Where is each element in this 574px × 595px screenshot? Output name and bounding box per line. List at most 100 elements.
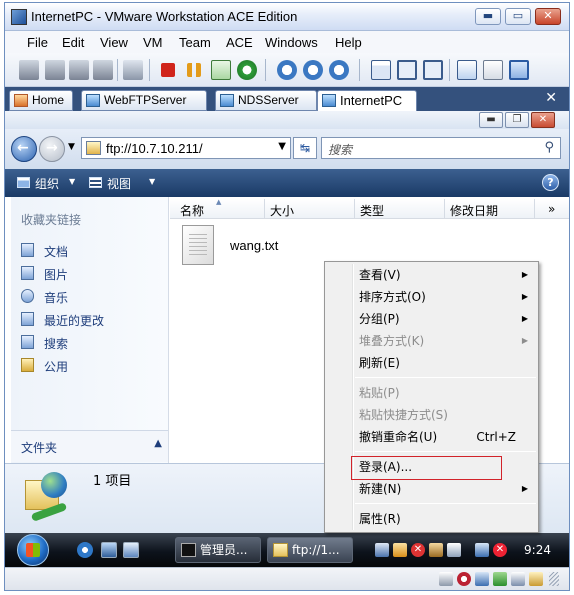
sidebar-toggle-icon[interactable]: [371, 60, 391, 80]
send-ctrl-alt-del-icon[interactable]: [123, 60, 143, 80]
column-separator[interactable]: [534, 199, 535, 218]
favorite-pictures[interactable]: 图片: [21, 264, 161, 282]
menu-ace[interactable]: ACE: [226, 35, 253, 50]
close-tab-icon[interactable]: ✕: [545, 90, 557, 106]
internet-explorer-icon[interactable]: [77, 542, 93, 558]
switch-windows-icon[interactable]: [123, 542, 139, 558]
menu-item-refresh[interactable]: 刷新(E): [327, 352, 536, 374]
error-tray-icon[interactable]: ✕: [411, 543, 425, 557]
favorite-music[interactable]: 音乐: [21, 287, 161, 305]
cd-rom-status-icon[interactable]: [457, 572, 471, 586]
hard-disk-status-icon[interactable]: [439, 572, 453, 586]
views-button[interactable]: 视图: [107, 175, 131, 192]
folders-section[interactable]: 文件夹 ▲: [11, 430, 168, 462]
menu-item-new[interactable]: 新建(N) ▶: [327, 478, 536, 500]
unity-view-icon[interactable]: [509, 60, 529, 80]
forward-button[interactable]: →: [39, 136, 65, 162]
tab-home[interactable]: Home: [9, 90, 73, 111]
refresh-button[interactable]: ↹: [293, 137, 317, 159]
start-button[interactable]: [17, 534, 49, 566]
network-adapter-status-icon[interactable]: [475, 572, 489, 586]
column-size[interactable]: 大小: [270, 202, 294, 219]
column-separator[interactable]: [264, 199, 265, 218]
navigation-pane: 收藏夹链接 文档 图片 音乐 最近的更改 搜索 公用 文件夹 ▲: [11, 197, 169, 463]
tab-internetpc[interactable]: InternetPC: [317, 90, 417, 112]
device-tray-icon[interactable]: [429, 543, 443, 557]
revert-snapshot-icon[interactable]: [303, 60, 323, 80]
search-icon[interactable]: ⚲: [544, 140, 554, 155]
snapshot-icon[interactable]: [69, 60, 89, 80]
explorer-close-button[interactable]: ✕: [531, 112, 555, 128]
volume-muted-icon[interactable]: ✕: [493, 543, 507, 557]
network-tray-icon[interactable]: [375, 543, 389, 557]
suspend-icon[interactable]: [45, 60, 65, 80]
history-dropdown-icon[interactable]: ▼: [68, 142, 75, 152]
organize-dropdown-icon[interactable]: ▼: [69, 177, 75, 186]
resize-grip-icon[interactable]: [549, 572, 559, 586]
favorite-public[interactable]: 公用: [21, 356, 161, 374]
back-button[interactable]: ←: [11, 136, 37, 162]
menu-team[interactable]: Team: [179, 35, 211, 50]
column-type[interactable]: 类型: [360, 202, 384, 219]
favorite-documents[interactable]: 文档: [21, 241, 161, 259]
explorer-minimize-button[interactable]: ▬: [479, 112, 503, 128]
pause-icon[interactable]: [187, 63, 201, 77]
address-input[interactable]: ftp://10.7.10.211/ ▼: [81, 137, 291, 159]
organize-button[interactable]: 组织: [35, 175, 59, 192]
tab-webftpserver[interactable]: WebFTPServer: [81, 90, 207, 111]
menu-view[interactable]: View: [100, 35, 128, 50]
menu-item-group[interactable]: 分组(P) ▶: [327, 308, 536, 330]
menu-help[interactable]: Help: [335, 35, 362, 50]
menu-bar: File Edit View VM Team ACE Windows Help: [5, 31, 569, 53]
reset-icon[interactable]: [237, 60, 257, 80]
column-separator[interactable]: [444, 199, 445, 218]
column-name[interactable]: 名称: [180, 202, 204, 219]
menu-windows[interactable]: Windows: [265, 35, 318, 50]
more-columns-button[interactable]: »: [548, 202, 555, 216]
task-command-prompt[interactable]: 管理员...: [175, 537, 261, 563]
minimize-button[interactable]: ▬: [475, 8, 501, 25]
explorer-restore-button[interactable]: ❐: [505, 112, 529, 128]
menu-item-label: 查看(V): [359, 268, 401, 282]
address-dropdown-icon[interactable]: ▼: [278, 141, 286, 152]
column-separator[interactable]: [354, 199, 355, 218]
menu-file[interactable]: File: [27, 35, 48, 50]
summary-view-icon[interactable]: [483, 60, 503, 80]
favorite-recent-changes[interactable]: 最近的更改: [21, 310, 161, 328]
message-status-icon[interactable]: [529, 572, 543, 586]
full-screen-icon[interactable]: [397, 60, 417, 80]
maximize-button[interactable]: ▭: [505, 8, 531, 25]
clock[interactable]: 9:24: [524, 543, 551, 557]
help-icon[interactable]: ?: [542, 174, 559, 191]
network-status-icon[interactable]: [475, 543, 489, 557]
power-options-icon[interactable]: [19, 60, 39, 80]
column-modified[interactable]: 修改日期: [450, 202, 498, 219]
search-input[interactable]: 搜索 ⚲: [321, 137, 561, 159]
show-desktop-icon[interactable]: [101, 542, 117, 558]
usb-status-icon[interactable]: [493, 572, 507, 586]
command-bar: 组织 ▼ 视图 ▼ ?: [5, 169, 569, 197]
console-view-icon[interactable]: [457, 60, 477, 80]
favorite-search[interactable]: 搜索: [21, 333, 161, 351]
task-ftp-explorer[interactable]: ftp://1...: [267, 537, 353, 563]
sound-status-icon[interactable]: [511, 572, 525, 586]
menu-item-sort[interactable]: 排序方式(O) ▶: [327, 286, 536, 308]
display-tray-icon[interactable]: [447, 543, 461, 557]
security-tray-icon[interactable]: [393, 543, 407, 557]
menu-item-properties[interactable]: 属性(R): [327, 508, 536, 530]
take-snapshot-icon[interactable]: [277, 60, 297, 80]
play-icon[interactable]: [211, 60, 231, 80]
menu-item-undo-rename[interactable]: 撤销重命名(U) Ctrl+Z: [327, 426, 536, 448]
stop-icon[interactable]: [161, 63, 175, 77]
close-button[interactable]: ✕: [535, 8, 561, 25]
tab-label: NDSServer: [238, 93, 299, 107]
collapse-chevron-icon[interactable]: ▲: [154, 438, 162, 449]
revert-icon[interactable]: [93, 60, 113, 80]
menu-edit[interactable]: Edit: [62, 35, 84, 50]
tab-ndsserver[interactable]: NDSServer: [215, 90, 317, 111]
quick-switch-icon[interactable]: [423, 60, 443, 80]
snapshot-manager-icon[interactable]: [329, 60, 349, 80]
views-dropdown-icon[interactable]: ▼: [149, 177, 155, 186]
menu-vm[interactable]: VM: [143, 35, 163, 50]
menu-item-view[interactable]: 查看(V) ▶: [327, 264, 536, 286]
